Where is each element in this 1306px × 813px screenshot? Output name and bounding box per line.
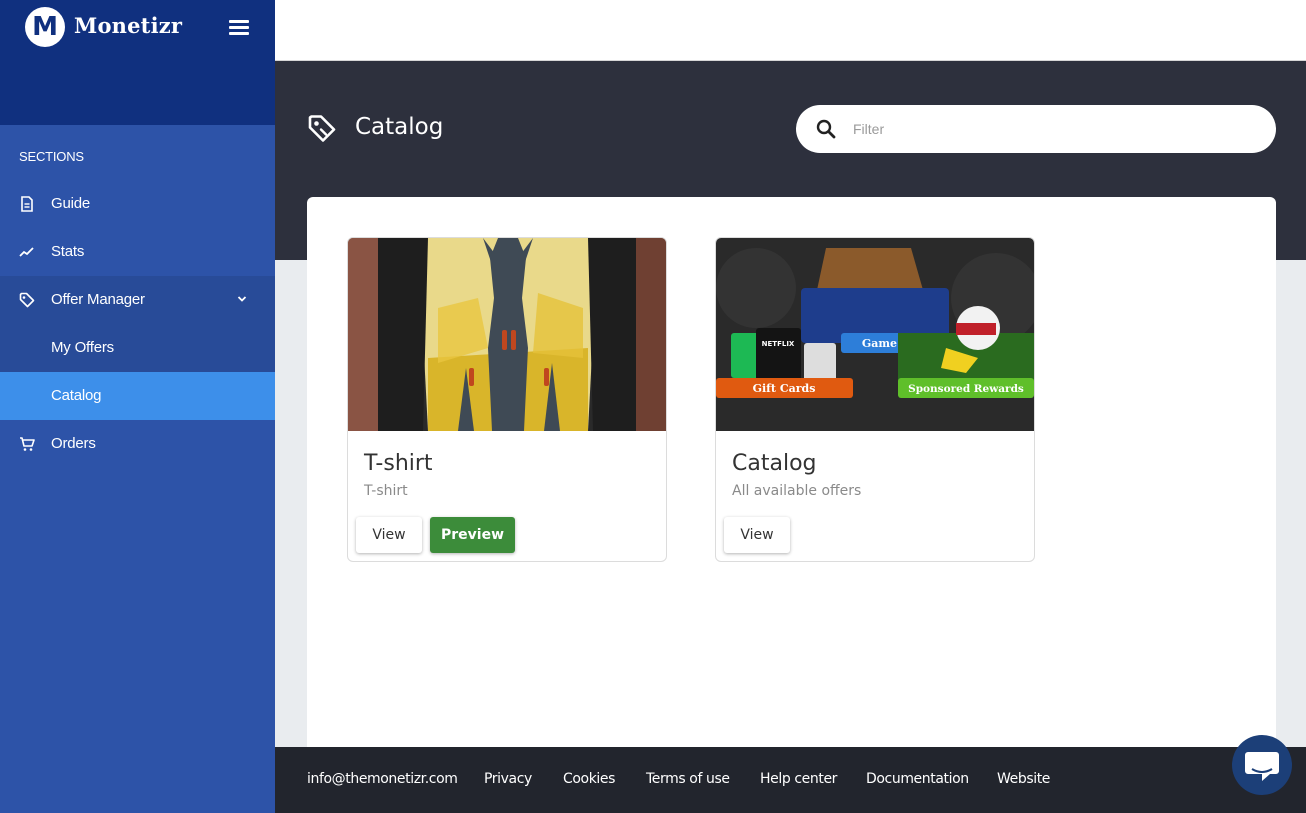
sidebar-item-guide[interactable]: Guide <box>0 180 275 228</box>
sidebar-item-my-offers[interactable]: My Offers <box>0 324 275 372</box>
sidebar-item-catalog[interactable]: Catalog <box>0 372 275 420</box>
sidebar-item-stats[interactable]: Stats <box>0 228 275 276</box>
catalog-image: Game Gear NETFLIX Gift Cards Sponsored R… <box>716 238 1034 431</box>
sidebar-item-label: Guide <box>51 195 91 212</box>
sidebar-item-orders[interactable]: Orders <box>0 420 275 468</box>
document-icon <box>21 196 33 212</box>
preview-button[interactable]: Preview <box>430 517 515 553</box>
tshirt-image <box>348 238 666 431</box>
sidebar-item-label: Offer Manager <box>51 291 145 308</box>
brand-name[interactable]: Monetizr <box>74 13 182 38</box>
menu-toggle-icon[interactable] <box>229 20 249 36</box>
logo-icon[interactable]: M <box>25 7 65 47</box>
top-bar <box>275 0 1306 61</box>
search-icon <box>816 119 836 139</box>
footer-link-cookies[interactable]: Cookies <box>563 771 615 787</box>
catalog-image-netflix-label: NETFLIX <box>762 340 795 348</box>
footer-link-privacy[interactable]: Privacy <box>484 771 532 787</box>
sidebar-item-label: My Offers <box>51 339 114 356</box>
cart-icon <box>20 437 35 451</box>
page-title: Catalog <box>355 114 444 140</box>
view-button[interactable]: View <box>356 517 422 553</box>
footer-link-terms[interactable]: Terms of use <box>646 771 730 787</box>
sidebar-item-label: Orders <box>51 435 96 452</box>
chat-button[interactable] <box>1232 735 1292 795</box>
offer-image[interactable] <box>348 238 666 431</box>
sections-label: SECTIONS <box>19 149 84 164</box>
chevron-down-icon <box>237 296 247 302</box>
offer-subtitle: All available offers <box>732 483 862 499</box>
sidebar-item-label: Stats <box>51 243 85 260</box>
sidebar-item-label: Catalog <box>51 387 102 404</box>
chat-icon <box>1245 752 1279 781</box>
footer-link-website[interactable]: Website <box>997 771 1050 787</box>
tag-icon <box>19 292 35 308</box>
footer-link-help-center[interactable]: Help center <box>760 771 837 787</box>
view-button[interactable]: View <box>724 517 790 553</box>
offer-subtitle: T-shirt <box>364 483 408 499</box>
catalog-image-gift-cards-label: Gift Cards <box>753 382 816 395</box>
offer-image[interactable]: Game Gear NETFLIX Gift Cards Sponsored R… <box>716 238 1034 431</box>
tag-icon <box>308 115 336 142</box>
trend-icon <box>19 247 34 257</box>
offer-card-catalog: Game Gear NETFLIX Gift Cards Sponsored R… <box>715 237 1035 562</box>
footer-link-documentation[interactable]: Documentation <box>866 771 969 787</box>
catalog-image-sponsored-label: Sponsored Rewards <box>908 383 1024 395</box>
sidebar-item-offer-manager[interactable]: Offer Manager <box>0 276 275 324</box>
offer-title: Catalog <box>732 451 817 476</box>
sidebar: M Monetizr SECTIONS Guide Stats Offer Ma… <box>0 0 275 813</box>
offer-card-tshirt: T-shirt T-shirt View Preview <box>347 237 667 562</box>
footer-link-email[interactable]: info@themonetizr.com <box>307 771 458 787</box>
sidebar-brand: M Monetizr <box>0 0 275 125</box>
footer: info@themonetizr.com Privacy Cookies Ter… <box>275 747 1306 813</box>
offer-title: T-shirt <box>364 451 433 476</box>
search-input[interactable] <box>853 117 1253 141</box>
